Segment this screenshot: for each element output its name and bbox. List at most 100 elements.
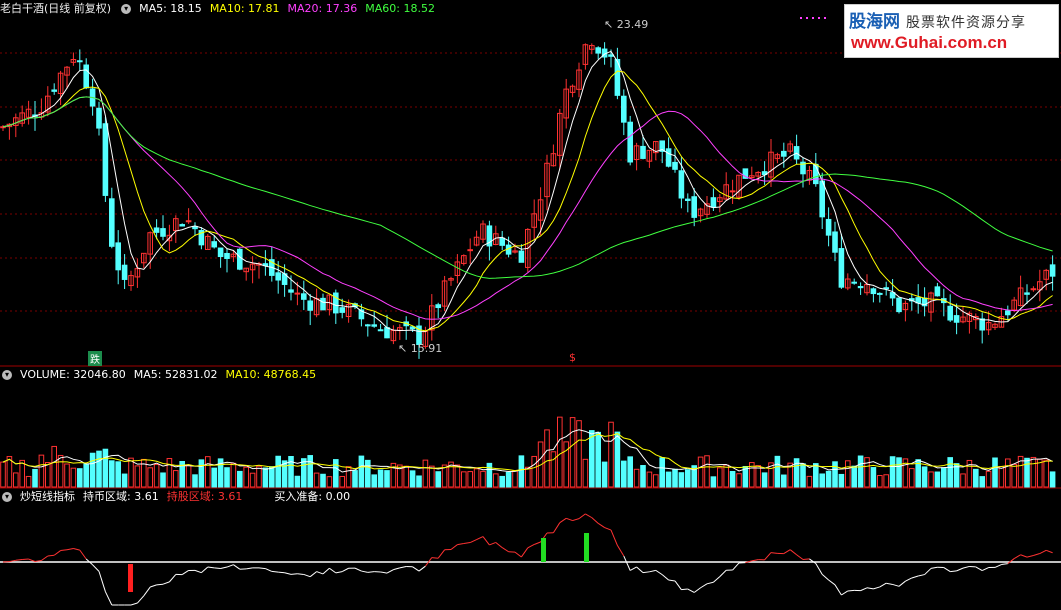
volume-bar [864, 457, 870, 488]
indicator-line [284, 572, 292, 575]
indicator-line [693, 587, 701, 593]
volume-bar [710, 476, 717, 488]
volume-bar [409, 470, 416, 488]
volume-bar [230, 462, 237, 488]
volume-bar [646, 471, 653, 488]
indicator-line [892, 583, 900, 587]
chevron-down-icon[interactable]: ▾ [2, 370, 12, 380]
volume-bar [371, 474, 377, 488]
candle-body [275, 272, 281, 281]
volume-bar [301, 458, 307, 488]
indicator-line [92, 564, 100, 572]
indicator-line [834, 584, 842, 596]
volume-bar [461, 471, 467, 488]
candle-body [877, 292, 883, 295]
candle-body [83, 64, 90, 89]
volume-bar [947, 457, 954, 488]
indicator-line [79, 549, 87, 560]
volume-bar [121, 473, 128, 488]
indicator-line [873, 586, 880, 590]
candle-body [1024, 292, 1030, 295]
indicator-line [66, 548, 74, 551]
volume-bar [83, 463, 90, 488]
volume-ma10-readout: MA10: 48768.45 [225, 368, 317, 381]
stock-title[interactable]: 老白干酒(日线 前复权) [0, 2, 111, 15]
buy-ready-readout: 买入准备: 0.00 [274, 490, 351, 503]
candle-body [365, 324, 371, 327]
volume-bar [109, 460, 115, 488]
indicator-line [246, 567, 253, 570]
volume-bar [198, 459, 205, 488]
volume-readout: VOLUME: 32046.80 [20, 368, 126, 381]
candle-body [883, 287, 890, 290]
candle-body [710, 197, 717, 208]
indicator-line [162, 581, 170, 585]
indicator-line [265, 568, 273, 572]
candle-body [96, 107, 102, 129]
indicator-line [552, 522, 561, 534]
volume-bar [147, 467, 153, 488]
volume-bar [1030, 456, 1037, 488]
indicator-line [520, 547, 529, 558]
indicator-line [815, 563, 823, 575]
indicator-line [1020, 554, 1028, 558]
indicator-line [866, 587, 874, 590]
volume-bar [896, 457, 902, 488]
volume-bar [921, 466, 928, 488]
candle-body [160, 228, 166, 237]
volume-bar [473, 468, 480, 488]
indicator-line [994, 564, 1002, 568]
indicator-line [412, 566, 420, 572]
candle-body [217, 247, 224, 258]
indicator-line [975, 566, 983, 571]
indicator-line [143, 586, 151, 597]
volume-bar [416, 475, 422, 488]
ma20-line [2, 96, 1053, 320]
volume-bar [25, 475, 32, 488]
volume-bar [928, 471, 934, 488]
volume-bar [38, 454, 45, 488]
event-mark-dollar[interactable]: $ [569, 351, 576, 364]
volume-bar [77, 468, 83, 488]
indicator-panel-header: ▾ 炒短线指标 持币区域: 3.61 持股区域: 3.61 买入准备: 0.00 [0, 489, 358, 505]
indicator-line [1033, 553, 1040, 556]
volume-bar [883, 474, 890, 488]
indicator-line [214, 567, 221, 570]
volume-bar [569, 417, 576, 488]
ma5-readout: MA5: 18.15 [139, 2, 202, 15]
chevron-down-icon[interactable]: ▾ [121, 4, 132, 14]
volume-bar [806, 475, 813, 488]
volume-bar [352, 470, 358, 488]
candle-body [301, 293, 307, 300]
volume-bar [96, 450, 102, 488]
event-mark-fall[interactable]: 跌 [88, 351, 102, 366]
indicator-line [962, 565, 970, 569]
indicator-title[interactable]: 炒短线指标 [20, 490, 75, 503]
volume-bar [877, 475, 883, 488]
indicator-line [719, 569, 727, 577]
chevron-down-icon[interactable]: ▾ [2, 492, 12, 502]
volume-bar [454, 464, 461, 488]
stock-chart[interactable] [0, 0, 1061, 610]
indicator-line [60, 549, 68, 552]
volume-bar [857, 455, 864, 488]
indicator-line [393, 567, 400, 571]
volume-bar [429, 465, 435, 488]
indicator-line [930, 566, 938, 569]
volume-bar [377, 469, 384, 488]
candle-body [953, 315, 960, 323]
volume-bar [685, 469, 691, 488]
candle-body [224, 252, 230, 259]
indicator-line [687, 588, 695, 593]
volume-bar [870, 467, 877, 488]
indicator-line [233, 564, 241, 570]
candle-body [384, 327, 390, 339]
volume-bar [32, 468, 38, 488]
candle-body [237, 248, 243, 270]
indicator-line [367, 571, 375, 573]
hold-stock-readout: 持股区域: 3.61 [166, 490, 243, 503]
indicator-line [591, 517, 599, 524]
candle-body [838, 248, 845, 288]
candle-body [640, 145, 646, 159]
indicator-line [98, 571, 106, 592]
